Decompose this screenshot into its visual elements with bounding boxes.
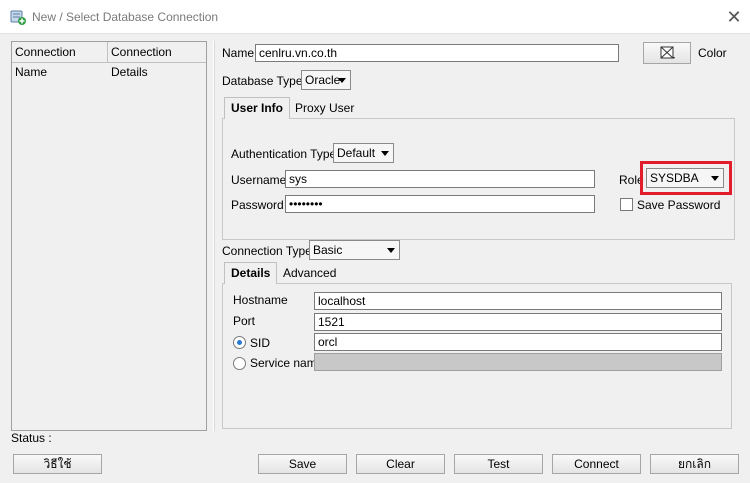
authentication-type-value: Default [337, 146, 376, 160]
chevron-down-icon [387, 248, 395, 253]
color-picker-icon [660, 46, 676, 65]
database-type-select[interactable]: Oracle [301, 70, 351, 90]
connect-button[interactable]: Connect [552, 454, 641, 474]
cancel-button[interactable]: ยกเลิก [650, 454, 739, 474]
sid-radio[interactable] [233, 336, 246, 349]
service-name-label: Service name [250, 356, 324, 370]
hostname-input[interactable]: localhost [314, 292, 722, 310]
username-label: Username [231, 173, 287, 187]
window-title: New / Select Database Connection [32, 10, 219, 24]
service-name-input [314, 353, 722, 371]
clear-button[interactable]: Clear [356, 454, 445, 474]
sid-input[interactable]: orcl [314, 333, 722, 351]
role-select[interactable]: SYSDBA [646, 168, 724, 188]
save-password-checkbox[interactable] [620, 198, 633, 211]
sid-label: SID [250, 336, 271, 350]
database-type-value: Oracle [305, 73, 341, 87]
save-password-label: Save Password [637, 198, 721, 212]
tab-proxy-user[interactable]: Proxy User [289, 98, 360, 120]
tab-advanced[interactable]: Advanced [277, 263, 342, 285]
help-button[interactable]: วิธีใช้ [13, 454, 102, 474]
color-button[interactable] [643, 42, 691, 64]
role-value: SYSDBA [650, 171, 699, 185]
save-button[interactable]: Save [258, 454, 347, 474]
tab-user-info[interactable]: User Info [224, 97, 291, 119]
database-add-icon [10, 9, 26, 25]
tab-details[interactable]: Details [224, 262, 278, 284]
color-label: Color [698, 46, 727, 60]
column-connection-details[interactable]: Connection Details [108, 42, 206, 79]
chevron-down-icon [338, 78, 346, 83]
connection-type-select[interactable]: Basic [309, 240, 400, 260]
password-input[interactable]: •••••••• [285, 195, 595, 213]
database-type-label: Database Type [222, 74, 303, 88]
connection-type-label: Connection Type [222, 244, 312, 258]
port-input[interactable]: 1521 [314, 313, 722, 331]
authentication-type-label: Authentication Type [231, 147, 337, 161]
status-label: Status : [11, 431, 52, 445]
chevron-down-icon [711, 176, 719, 181]
connection-list[interactable] [11, 41, 207, 431]
test-button[interactable]: Test [454, 454, 543, 474]
password-label: Password [231, 198, 284, 212]
port-label: Port [233, 314, 256, 328]
column-connection-name[interactable]: Connection Name [12, 42, 108, 79]
service-name-radio[interactable] [233, 357, 246, 370]
authentication-type-select[interactable]: Default [333, 143, 394, 163]
title-divider [0, 33, 750, 34]
connection-type-value: Basic [313, 243, 343, 257]
chevron-down-icon [381, 151, 389, 156]
name-input[interactable]: cenlru.vn.co.th [255, 44, 619, 62]
connection-list-header: Connection Name Connection Details [12, 42, 206, 79]
panel-splitter[interactable] [213, 41, 215, 431]
close-icon[interactable]: ✕ [722, 5, 746, 29]
hostname-label: Hostname [233, 293, 288, 307]
username-input[interactable]: sys [285, 170, 595, 188]
name-label: Name [222, 46, 255, 60]
